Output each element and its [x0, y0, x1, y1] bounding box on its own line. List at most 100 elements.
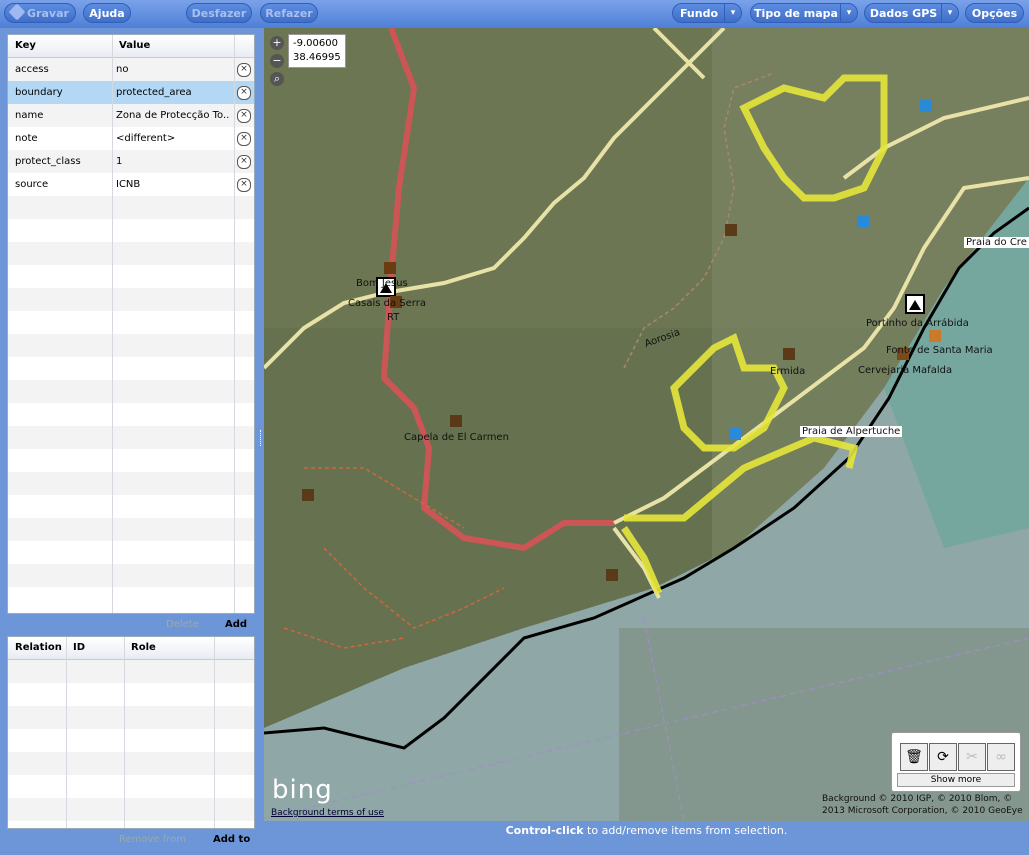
undo-button[interactable]: Desfazer	[186, 3, 252, 23]
tag-row[interactable]	[8, 242, 254, 265]
relation-actions: Remove from Add to	[7, 829, 255, 851]
tag-value[interactable]: no	[116, 58, 230, 81]
tag-value[interactable]: 1	[116, 150, 230, 173]
tag-key[interactable]: note	[15, 127, 38, 150]
tag-row[interactable]	[8, 357, 254, 380]
tag-row[interactable]	[8, 495, 254, 518]
zoom-out-button[interactable]: −	[270, 54, 284, 68]
tag-row[interactable]	[8, 334, 254, 357]
redo-button[interactable]: Refazer	[260, 3, 318, 23]
tag-grid: Key Value access no × boundary protected_are…	[7, 34, 255, 614]
magnifier-icon[interactable]: ⌕	[270, 72, 284, 86]
relation-row[interactable]	[8, 798, 254, 821]
relation-rows	[8, 660, 254, 821]
delete-tag-icon[interactable]: ×	[237, 109, 251, 123]
toolbar: Gravar Ajuda Desfazer Refazer Fundo ▾ Ti…	[0, 0, 1029, 28]
label-capela-de-el-carmen: Capela de El Carmen	[404, 432, 509, 443]
label-rt: RT	[387, 312, 400, 323]
relation-row[interactable]	[8, 683, 254, 706]
tag-key[interactable]: access	[15, 58, 49, 81]
tag-row[interactable]	[8, 265, 254, 288]
bing-logo: bing	[272, 775, 333, 805]
tag-row[interactable]: note <different> ×	[8, 127, 254, 150]
tag-row[interactable]	[8, 380, 254, 403]
properties-panel: Key Value access no × boundary protected_are…	[0, 28, 261, 855]
background-terms-link[interactable]: Background terms of use	[271, 808, 384, 818]
value-column-header: Value	[119, 40, 151, 51]
tag-value[interactable]: ICNB	[116, 173, 230, 196]
rotate-icon[interactable]: ⟳	[929, 743, 957, 771]
longitude-readout: -9.00600	[293, 38, 338, 49]
pencil-icon	[8, 3, 26, 21]
tag-row[interactable]: access no ×	[8, 58, 254, 81]
delete-tag-icon[interactable]: ×	[237, 132, 251, 146]
tag-row[interactable]: name Zona de Protecção To... ×	[8, 104, 254, 127]
delete-tag-icon[interactable]: ×	[237, 155, 251, 169]
relation-row[interactable]	[8, 775, 254, 798]
label-fonte-de-santa-maria: Fonte de Santa Maria	[886, 345, 993, 356]
tag-actions: Delete Add	[7, 614, 255, 636]
tag-value[interactable]: <different>	[116, 127, 230, 150]
options-button[interactable]: Opções	[965, 3, 1024, 23]
add-to-relation-button[interactable]: Add to	[213, 829, 250, 851]
label-praia-de-alpertuche: Praia de Alpertuche	[800, 426, 903, 437]
tag-row[interactable]	[8, 219, 254, 242]
tag-row[interactable]	[8, 403, 254, 426]
tag-value[interactable]: protected_area	[116, 81, 230, 104]
background-dropdown[interactable]: Fundo ▾	[672, 3, 742, 23]
zoom-in-button[interactable]: +	[270, 36, 284, 50]
tag-row[interactable]	[8, 472, 254, 495]
tag-row[interactable]: protect_class 1 ×	[8, 150, 254, 173]
trash-icon[interactable]: 🗑	[900, 743, 928, 771]
role-column-header: Role	[131, 642, 156, 653]
remove-from-relation-button[interactable]: Remove from	[119, 829, 186, 851]
tag-row[interactable]	[8, 518, 254, 541]
save-button[interactable]: Gravar	[4, 3, 76, 23]
tag-row[interactable]	[8, 311, 254, 334]
gps-data-dropdown[interactable]: Dados GPS ▾	[864, 3, 959, 23]
add-tag-button[interactable]: Add	[225, 614, 247, 636]
coordinate-readout: -9.00600 38.46995	[288, 34, 346, 68]
label-cervejaria-mafalda: Cervejaria Mafalda	[858, 365, 953, 376]
tag-row[interactable]	[8, 541, 254, 564]
tag-row[interactable]	[8, 196, 254, 219]
key-column-header: Key	[15, 40, 36, 51]
zoom-controls: + − ⌕	[270, 36, 286, 86]
relation-row[interactable]	[8, 660, 254, 683]
tag-key[interactable]: protect_class	[15, 150, 81, 173]
delete-tag-icon[interactable]: ×	[237, 63, 251, 77]
chevron-down-icon: ▾	[724, 4, 741, 22]
label-casais-da-serra: Casais da Serra	[348, 298, 426, 309]
tag-key[interactable]: source	[15, 173, 48, 196]
tag-grid-header: Key Value	[8, 35, 254, 58]
relation-row[interactable]	[8, 752, 254, 775]
tag-row[interactable]: boundary protected_area ×	[8, 81, 254, 104]
status-text: to add/remove items from selection.	[583, 824, 788, 837]
help-button[interactable]: Ajuda	[83, 3, 131, 23]
tag-key[interactable]: name	[15, 104, 43, 127]
map-attribution: Background © 2010 IGP, © 2010 Blom, © 20…	[822, 794, 1023, 816]
map-view[interactable]: + − ⌕ -9.00600 38.46995 Bom Jesus Casais…	[264, 28, 1029, 821]
link-icon[interactable]: ∞	[987, 743, 1015, 771]
relation-row[interactable]	[8, 706, 254, 729]
relation-row[interactable]	[8, 729, 254, 752]
tag-row[interactable]	[8, 449, 254, 472]
tag-row[interactable]	[8, 288, 254, 311]
tag-key[interactable]: boundary	[15, 81, 63, 104]
delete-tag-icon[interactable]: ×	[237, 86, 251, 100]
tag-row[interactable]	[8, 426, 254, 449]
map-type-dropdown[interactable]: Tipo de mapa ▾	[750, 3, 858, 23]
delete-tag-icon[interactable]: ×	[237, 178, 251, 192]
tag-value[interactable]: Zona de Protecção To...	[116, 104, 230, 127]
latitude-readout: 38.46995	[293, 52, 341, 63]
tag-row[interactable]	[8, 587, 254, 610]
relation-column-header: Relation	[15, 642, 62, 653]
tag-row[interactable]: source ICNB ×	[8, 173, 254, 196]
show-more-button[interactable]: Show more	[897, 773, 1015, 787]
chevron-down-icon: ▾	[840, 4, 857, 22]
map-canvas	[264, 28, 1029, 821]
scissors-icon[interactable]: ✂	[958, 743, 986, 771]
delete-tag-button[interactable]: Delete	[166, 614, 199, 636]
tag-row[interactable]	[8, 564, 254, 587]
status-bar: Control-click to add/remove items from s…	[264, 821, 1029, 841]
